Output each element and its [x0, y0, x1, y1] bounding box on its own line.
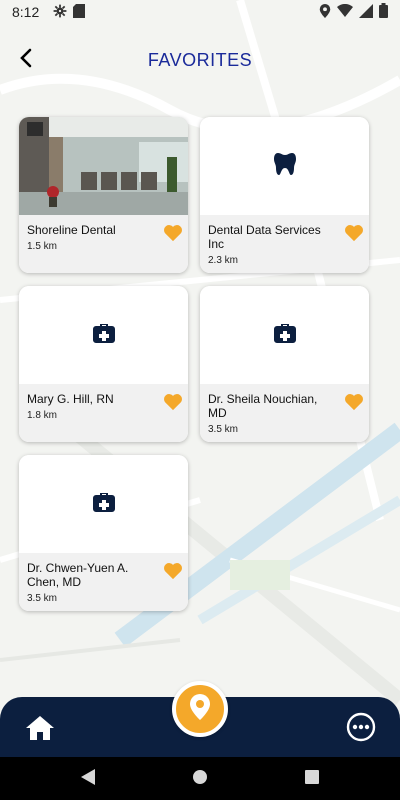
medical-kit-icon: [273, 322, 297, 349]
favorite-toggle-button[interactable]: [163, 393, 183, 411]
favorite-card[interactable]: Mary G. Hill, RN 1.8 km: [19, 286, 188, 442]
system-recents-button[interactable]: [302, 769, 322, 789]
tooth-icon: [273, 152, 296, 181]
home-icon: [25, 716, 55, 745]
map-button[interactable]: [172, 681, 228, 737]
location-icon: [319, 3, 331, 21]
card-media: [200, 286, 369, 384]
more-button[interactable]: [346, 712, 376, 742]
card-distance: 3.5 km: [208, 424, 239, 435]
status-bar: 8:12: [0, 0, 400, 24]
card-distance: 1.5 km: [27, 241, 58, 252]
back-icon: [81, 768, 95, 790]
medical-kit-icon: [92, 491, 116, 518]
favorite-toggle-button[interactable]: [344, 393, 364, 411]
home-button[interactable]: [25, 715, 55, 741]
card-info: Shoreline Dental 1.5 km: [19, 215, 188, 273]
system-home-button[interactable]: [190, 769, 210, 789]
card-info: Dental Data Services Inc 2.3 km: [200, 215, 369, 273]
chevron-left-icon: [19, 48, 33, 73]
favorite-toggle-button[interactable]: [163, 224, 183, 242]
favorite-toggle-button[interactable]: [163, 562, 183, 580]
favorite-card[interactable]: Dr. Sheila Nouchian, MD 3.5 km: [200, 286, 369, 442]
home-icon: [193, 769, 207, 789]
card-media: [19, 286, 188, 384]
heart-icon: [163, 563, 183, 584]
card-distance: 2.3 km: [208, 255, 239, 266]
status-time: 8:12: [12, 4, 40, 20]
wifi-icon: [337, 3, 353, 20]
heart-icon: [344, 225, 364, 246]
card-info: Dr. Sheila Nouchian, MD 3.5 km: [200, 384, 369, 442]
card-name: Shoreline Dental: [27, 223, 116, 237]
card-distance: 3.5 km: [27, 593, 58, 604]
card-distance: 1.8 km: [27, 410, 58, 421]
card-name: Mary G. Hill, RN: [27, 392, 114, 406]
card-info: Dr. Chwen-Yuen A. Chen, MD 3.5 km: [19, 553, 188, 611]
back-button[interactable]: [14, 48, 38, 72]
signal-icon: [359, 3, 373, 21]
map-pin-icon: [189, 693, 211, 726]
favorite-card[interactable]: Dental Data Services Inc 2.3 km: [200, 117, 369, 273]
card-name: Dental Data Services Inc: [208, 223, 321, 251]
card-name: Dr. Chwen-Yuen A. Chen, MD: [27, 561, 129, 589]
heart-icon: [163, 394, 183, 415]
header: FAVORITES: [0, 40, 400, 80]
card-media: [19, 455, 188, 553]
card-photo: [19, 117, 188, 215]
heart-icon: [163, 225, 183, 246]
card-media: [200, 117, 369, 215]
page-title: FAVORITES: [147, 49, 253, 70]
favorite-toggle-button[interactable]: [344, 224, 364, 242]
sd-card-icon: [73, 3, 86, 21]
recents-icon: [305, 769, 319, 789]
system-back-button[interactable]: [78, 768, 98, 790]
system-nav-bar: [0, 757, 400, 800]
favorite-card[interactable]: Dr. Chwen-Yuen A. Chen, MD 3.5 km: [19, 455, 188, 611]
medical-kit-icon: [92, 322, 116, 349]
card-name: Dr. Sheila Nouchian, MD: [208, 392, 318, 420]
card-info: Mary G. Hill, RN 1.8 km: [19, 384, 188, 442]
favorite-card[interactable]: Shoreline Dental 1.5 km: [19, 117, 188, 273]
more-icon: [346, 712, 376, 746]
heart-icon: [344, 394, 364, 415]
battery-icon: [379, 3, 388, 21]
gear-icon: [53, 4, 67, 21]
